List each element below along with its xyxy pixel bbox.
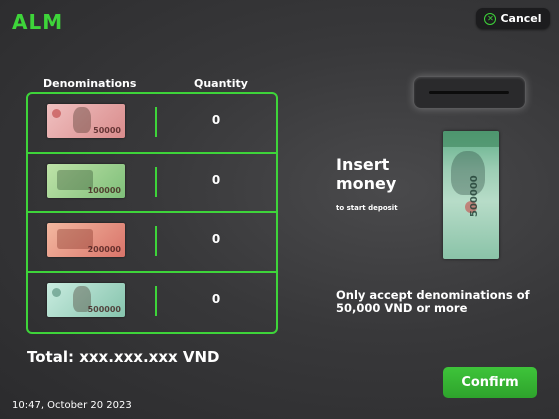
row-divider: [155, 226, 157, 256]
row-divider: [155, 166, 157, 197]
cancel-label: Cancel: [500, 12, 542, 25]
datetime: 10:47, October 20 2023: [12, 400, 132, 411]
confirm-button[interactable]: Confirm: [443, 367, 537, 398]
banknote-image: 100000: [47, 163, 125, 198]
banknote-value: 50000: [93, 126, 121, 135]
alm-logo: ALM: [12, 10, 64, 34]
cancel-button[interactable]: ✕ Cancel: [476, 8, 550, 29]
banknote-illustration: 500000: [443, 131, 499, 259]
banknote-image: 50000: [47, 104, 125, 138]
quantity-header: Quantity: [194, 77, 248, 90]
banknote-image: 500000: [47, 282, 125, 317]
cash-slot-opening: [429, 91, 509, 94]
quantity-value: 0: [211, 232, 221, 246]
banknote-value: 100000: [87, 185, 121, 195]
quantity-value: 0: [211, 291, 221, 306]
insert-money-title: Insert money: [336, 155, 397, 193]
quantity-value: 0: [211, 113, 221, 127]
row-divider: [155, 107, 157, 137]
table-row: 200000 0: [28, 213, 276, 273]
denomination-notice: Only accept denominations of 50,000 VND …: [336, 288, 530, 315]
close-circle-icon: ✕: [484, 12, 497, 25]
table-row: 500000 0: [28, 273, 276, 333]
banknote-image: 200000: [47, 223, 125, 257]
total-amount: Total: xxx.xxx.xxx VND: [27, 348, 220, 366]
table-row: 50000 0: [28, 94, 276, 154]
insert-money-subtitle: to start deposit: [336, 204, 398, 212]
banknote-value: 500000: [87, 304, 121, 314]
denominations-table: 50000 0 100000 0 200000 0 500000 0: [26, 92, 278, 334]
table-row: 100000 0: [28, 154, 276, 213]
quantity-value: 0: [211, 172, 221, 187]
cash-slot: [413, 76, 526, 109]
banknote-illustration-value: 500000: [469, 175, 480, 217]
row-divider: [155, 285, 157, 316]
denominations-header: Denominations: [43, 77, 137, 90]
banknote-value: 200000: [87, 245, 121, 254]
